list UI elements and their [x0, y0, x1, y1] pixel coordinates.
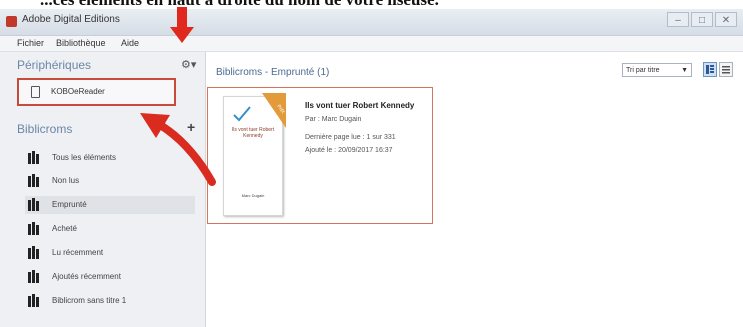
down-arrow-shaft	[177, 7, 187, 29]
curved-arrow-shaft	[151, 118, 216, 186]
down-arrow-icon	[170, 27, 194, 43]
annotation-overlay	[140, 7, 216, 186]
